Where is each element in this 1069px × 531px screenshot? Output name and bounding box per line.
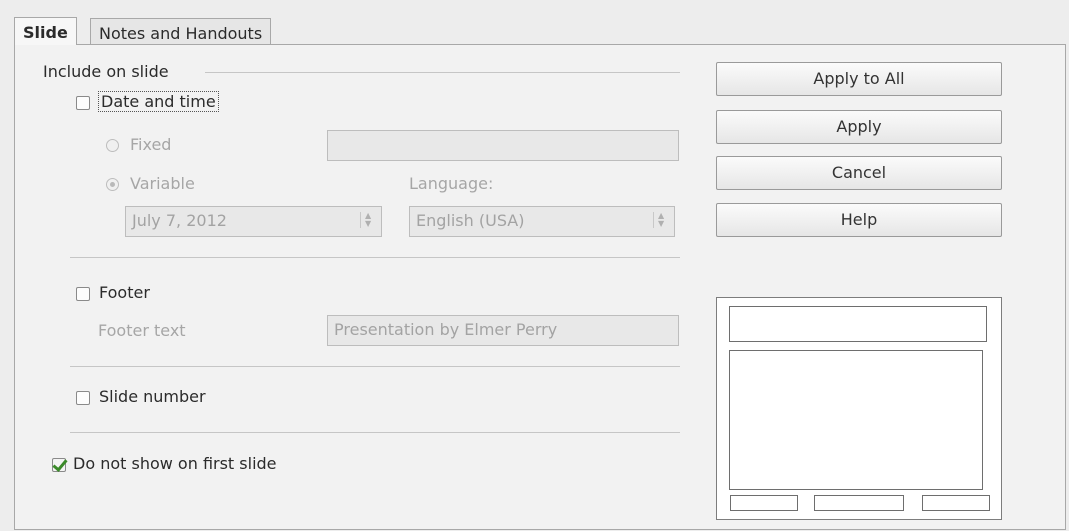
tab-notes-and-handouts[interactable]: Notes and Handouts xyxy=(90,18,272,45)
variable-label: Variable xyxy=(130,174,195,193)
language-label: Language: xyxy=(409,174,494,193)
preview-title-area xyxy=(729,306,987,342)
tab-slide[interactable]: Slide xyxy=(14,17,77,45)
apply-to-all-button[interactable]: Apply to All xyxy=(716,62,1002,96)
date-format-select[interactable]: July 7, 2012 ▲ ▼ xyxy=(125,206,382,237)
fixed-label: Fixed xyxy=(130,135,172,154)
section-divider xyxy=(70,257,680,258)
slide-number-label[interactable]: Slide number xyxy=(99,387,206,406)
fixed-date-input[interactable] xyxy=(327,130,679,161)
language-value: English (USA) xyxy=(416,211,525,230)
preview-content-area xyxy=(729,350,983,490)
variable-radio[interactable] xyxy=(106,178,119,191)
help-button[interactable]: Help xyxy=(716,203,1002,237)
footer-text-input[interactable]: Presentation by Elmer Perry xyxy=(327,315,679,346)
fixed-radio[interactable] xyxy=(106,139,119,152)
spin-arrows-icon: ▲ ▼ xyxy=(653,212,666,228)
section-divider xyxy=(70,366,680,367)
layout-preview xyxy=(716,297,1002,520)
preview-number-area xyxy=(922,495,990,511)
cancel-button[interactable]: Cancel xyxy=(716,156,1002,190)
language-select[interactable]: English (USA) ▲ ▼ xyxy=(409,206,675,237)
date-format-value: July 7, 2012 xyxy=(132,211,227,230)
section-divider xyxy=(70,432,680,433)
slide-number-checkbox[interactable] xyxy=(76,391,90,405)
spin-arrows-icon: ▲ ▼ xyxy=(360,212,373,228)
date-time-label[interactable]: Date and time xyxy=(98,91,219,112)
preview-footer-area xyxy=(814,495,904,511)
footer-text-label: Footer text xyxy=(98,321,186,340)
section-divider xyxy=(205,72,680,73)
first-slide-label[interactable]: Do not show on first slide xyxy=(73,454,277,473)
preview-date-area xyxy=(730,495,798,511)
footer-label[interactable]: Footer xyxy=(99,283,150,302)
footer-checkbox[interactable] xyxy=(76,287,90,301)
first-slide-checkbox[interactable] xyxy=(52,458,66,472)
include-on-slide-heading: Include on slide xyxy=(43,62,169,81)
date-time-label-text: Date and time xyxy=(101,92,216,111)
date-time-checkbox[interactable] xyxy=(76,96,90,110)
apply-button[interactable]: Apply xyxy=(716,110,1002,144)
